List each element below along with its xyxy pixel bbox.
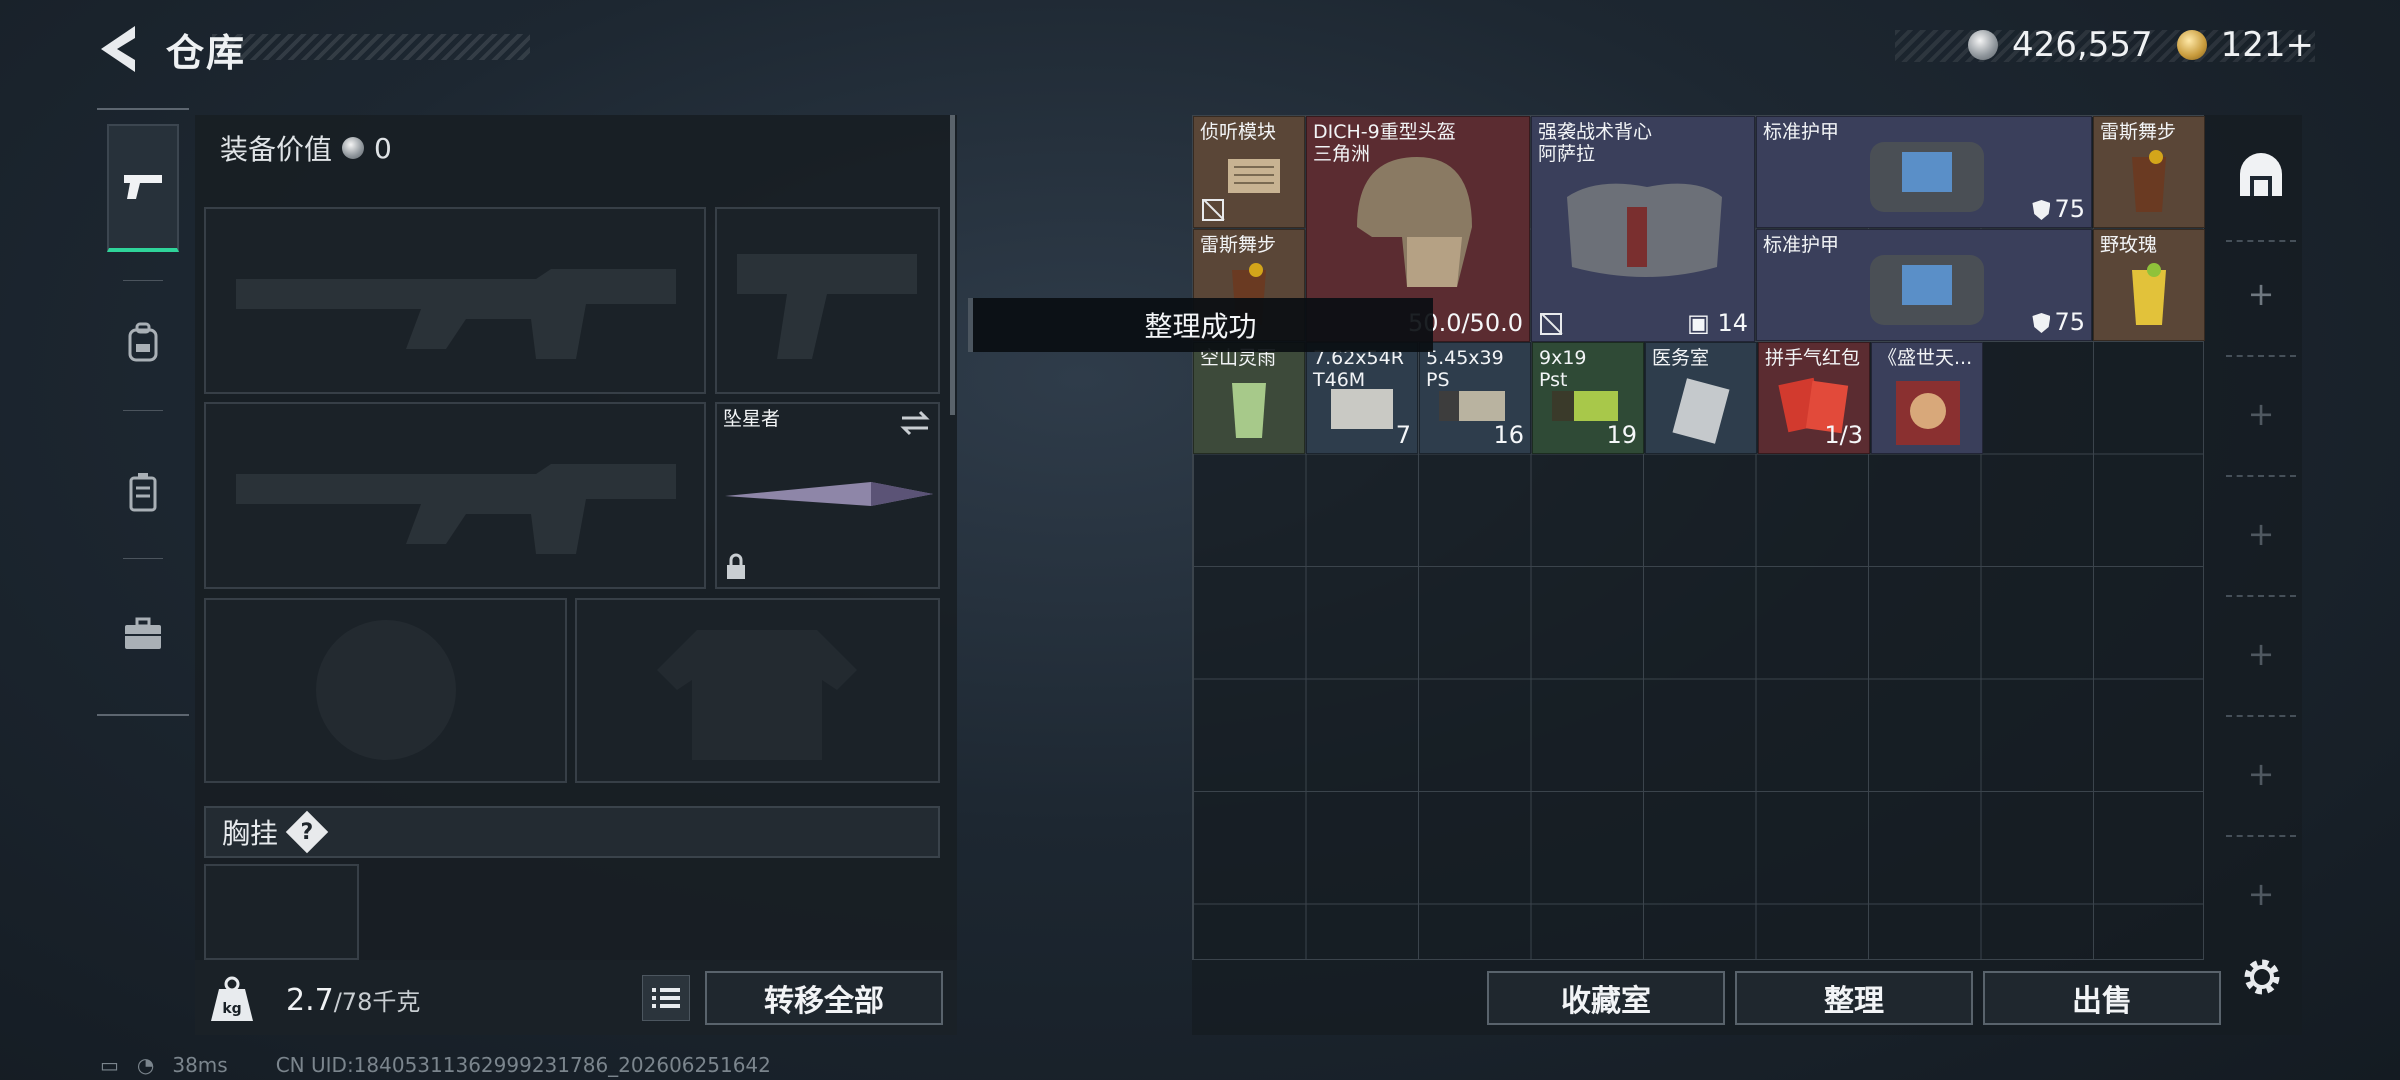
silver-amount: 426,557	[2011, 25, 2153, 65]
back-arrow-icon[interactable]	[95, 22, 139, 76]
add-storage-page-button[interactable]: +	[2220, 875, 2302, 915]
rifle-silhouette-icon	[236, 269, 676, 359]
equipment-category-tabs	[97, 108, 189, 716]
page-title: 仓库	[166, 31, 247, 75]
storage-item[interactable]: 7.62x54R T46M 7	[1306, 342, 1418, 454]
toast-accent	[968, 298, 973, 352]
keycard-icon	[1672, 378, 1730, 444]
armor-slot[interactable]	[575, 598, 940, 783]
durability: ▣ 14	[1687, 309, 1748, 337]
tab-backpack[interactable]	[107, 278, 179, 406]
toast-message: 整理成功	[968, 298, 1433, 352]
lock-icon	[727, 553, 745, 579]
helmet-icon	[1357, 157, 1472, 287]
storage-item[interactable]: 9x19 Pst 19	[1532, 342, 1644, 454]
drink-icon	[2132, 263, 2166, 325]
storage-item[interactable]: 空山灵雨	[1193, 342, 1305, 454]
tab-weapons[interactable]	[107, 124, 179, 252]
storage-item[interactable]: 标准护甲 75	[1756, 116, 2092, 228]
add-storage-page-button[interactable]: +	[2220, 275, 2302, 315]
battery-icon: ▭	[100, 1053, 119, 1077]
drink-icon	[1232, 383, 1266, 438]
equipment-value: 装备价值 0	[220, 131, 392, 167]
helmet-slot[interactable]	[204, 598, 567, 783]
weight-readout: 2.7/78千克	[286, 983, 421, 1018]
storage-item[interactable]: 医务室	[1645, 342, 1757, 454]
storage-home-icon[interactable]	[2236, 150, 2286, 200]
storage-item[interactable]: 5.45x39 PS 16	[1419, 342, 1531, 454]
svg-text:kg: kg	[222, 1001, 241, 1017]
rifle-silhouette-icon	[236, 464, 676, 554]
storage-page-rail: + + + + + +	[2220, 115, 2302, 960]
no-insurance-icon	[1202, 199, 1224, 221]
silver-coin-icon	[342, 137, 365, 159]
tab-vest[interactable]	[107, 428, 179, 556]
swap-icon[interactable]	[900, 410, 930, 436]
armor-shield-icon	[2032, 200, 2051, 220]
no-insurance-icon	[1540, 313, 1562, 335]
sort-button[interactable]: 整理	[1735, 971, 1973, 1025]
sidearm-slot[interactable]	[715, 207, 940, 394]
armor-bag-icon	[1870, 142, 1984, 212]
briefcase-icon	[125, 617, 161, 649]
help-icon[interactable]: ?	[285, 810, 329, 854]
storage-item[interactable]: 雷斯舞步	[2093, 116, 2205, 228]
storage-item[interactable]: 野玫瑰	[2093, 229, 2205, 341]
sell-button[interactable]: 出售	[1983, 971, 2221, 1025]
add-storage-page-button[interactable]: +	[2220, 515, 2302, 555]
currency-bar: 426,557 121+	[1967, 25, 2314, 65]
helmet-silhouette-icon	[316, 620, 456, 760]
status-bar: ▭ ◔ 38ms CN UID:18405311362999231786_202…	[100, 1053, 771, 1077]
list-view-button[interactable]	[642, 975, 690, 1021]
primary-weapon-slot[interactable]	[204, 207, 706, 394]
vest-icon	[1567, 183, 1722, 277]
collection-room-button[interactable]: 收藏室	[1487, 971, 1725, 1025]
storage-item[interactable]: 强袭战术背心 阿萨拉 ▣ 14	[1531, 116, 1755, 342]
tab-case[interactable]	[107, 570, 179, 698]
transfer-all-button[interactable]: 转移全部	[705, 971, 943, 1025]
melee-slot[interactable]: 坠星者	[715, 402, 940, 589]
armor-bag-icon	[1870, 255, 1984, 325]
add-storage-page-button[interactable]: +	[2220, 395, 2302, 435]
list-icon	[652, 988, 680, 1008]
chest-rig-header: 胸挂 ?	[204, 806, 940, 858]
module-icon	[1228, 159, 1280, 193]
add-storage-page-button[interactable]: +	[2220, 755, 2302, 795]
pistol-silhouette-icon	[737, 254, 917, 359]
vest-icon	[129, 473, 157, 512]
weight-icon: kg	[211, 976, 253, 1021]
ammo-box-icon	[1331, 389, 1393, 429]
storage-item[interactable]: 侦听模块	[1193, 116, 1305, 228]
pistol-icon	[124, 175, 162, 199]
secondary-weapon-slot[interactable]	[204, 402, 706, 589]
backpack-icon	[128, 322, 158, 362]
book-icon	[1896, 381, 1960, 445]
chest-rig-slot[interactable]	[204, 864, 359, 960]
melee-slot-label: 坠星者	[723, 408, 781, 430]
gold-amount[interactable]: 121+	[2221, 25, 2314, 65]
armor-shield-icon	[2032, 313, 2051, 333]
storage-item[interactable]: 拼手气红包 1/3	[1758, 342, 1870, 454]
add-storage-page-button[interactable]: +	[2220, 635, 2302, 675]
storage-item[interactable]: 《盛世天...	[1871, 342, 1983, 454]
silver-coin-icon	[1967, 30, 1998, 60]
knife-icon	[725, 482, 933, 506]
uid: CN UID:18405311362999231786_202606251642	[275, 1053, 771, 1077]
latency: 38ms	[172, 1053, 228, 1077]
drink-icon	[2132, 150, 2166, 212]
armor-silhouette-icon	[657, 630, 857, 760]
storage-item[interactable]: 标准护甲 75	[1756, 229, 2092, 341]
equipment-scrollbar[interactable]	[950, 115, 955, 415]
gold-coin-icon	[2176, 30, 2207, 60]
wifi-icon: ◔	[136, 1053, 155, 1077]
title-decoration	[212, 34, 530, 60]
gear-icon[interactable]	[2240, 955, 2284, 999]
